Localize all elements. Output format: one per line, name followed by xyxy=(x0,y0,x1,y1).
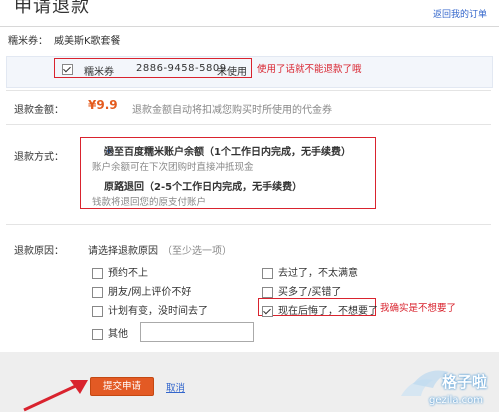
voucher-annotation: 使用了话就不能退款了哦 xyxy=(257,64,362,75)
voucher-status: 未使用 xyxy=(217,67,247,78)
refund-reason-label: 退款原因： xyxy=(14,246,64,257)
watermark-url: gezila.com xyxy=(429,395,483,406)
refund-reason-prompt-text: 请选择退款原因 xyxy=(88,246,158,257)
red-arrow-icon xyxy=(23,380,88,412)
reason-checkbox[interactable] xyxy=(92,286,103,298)
voucher-checkbox[interactable] xyxy=(62,64,73,75)
refund-method-option-original[interactable]: 原路退回（2-5个工作日内完成，无手续费） xyxy=(104,178,302,193)
voucher-name: 威美斯K歌套餐 xyxy=(54,36,121,47)
refund-amount-hint: 退款金额自动将扣减您购买时所使用的代金券 xyxy=(132,105,332,116)
refund-reason-hint: （至少选一项） xyxy=(162,246,232,257)
reason-option[interactable]: 预约不上 xyxy=(92,264,148,279)
divider xyxy=(6,124,491,125)
cancel-link[interactable]: 取消 xyxy=(166,380,185,394)
reason-option-label: 现在后悔了，不想要了 xyxy=(278,306,378,317)
reason-checkbox-checked[interactable] xyxy=(262,305,273,317)
reason-option-selected[interactable]: 现在后悔了，不想要了 xyxy=(262,302,378,317)
divider xyxy=(6,90,491,91)
reason-option[interactable]: 去过了，不太满意 xyxy=(262,264,358,279)
refund-amount-value: ¥9.9 xyxy=(88,98,118,112)
back-to-orders-link[interactable]: 返回我的订单 xyxy=(433,7,487,20)
reason-option-label: 去过了，不太满意 xyxy=(278,268,358,279)
watermark-title: 格子啦 xyxy=(441,373,487,391)
refund-amount-label: 退款金额： xyxy=(14,105,64,116)
reason-option[interactable]: 朋友/网上评价不好 xyxy=(92,283,191,298)
voucher-row-label: 糯米券 xyxy=(84,67,114,78)
reason-option-other[interactable]: 其他 xyxy=(92,325,128,340)
page-title: 申请退款 xyxy=(14,0,90,17)
voucher-code: 2886-9458-5809 xyxy=(136,63,227,74)
refund-method-option-balance-desc: 账户余额可在下次团购时直接冲抵现金 xyxy=(92,162,254,173)
refund-method-option-original-desc: 钱款将退回您的原支付账户 xyxy=(92,197,207,208)
reason-checkbox[interactable] xyxy=(92,305,103,317)
reason-other-input[interactable] xyxy=(140,322,254,342)
title-divider xyxy=(0,26,499,27)
reason-option-label: 其他 xyxy=(108,329,128,340)
reason-option[interactable]: 买多了/买错了 xyxy=(262,283,341,298)
divider xyxy=(6,224,491,225)
reason-checkbox[interactable] xyxy=(92,267,103,279)
voucher-label: 糯米券： xyxy=(8,36,48,47)
refund-method-label: 退款方式： xyxy=(14,152,64,163)
reason-option-label: 买多了/买错了 xyxy=(278,287,342,298)
reason-annotation: 我确实是不想要了 xyxy=(380,303,457,314)
reason-option-label: 预约不上 xyxy=(108,268,148,279)
refund-reason-prompt: 请选择退款原因 （至少选一项） xyxy=(88,242,232,257)
reason-checkbox[interactable] xyxy=(92,328,103,340)
reason-checkbox[interactable] xyxy=(262,267,273,279)
reason-option[interactable]: 计划有变，没时间去了 xyxy=(92,302,208,317)
reason-option-label: 计划有变，没时间去了 xyxy=(108,306,208,317)
refund-method-option-balance[interactable]: 退至百度糯米账户余额（1个工作日内完成，无手续费） xyxy=(104,143,351,158)
reason-option-label: 朋友/网上评价不好 xyxy=(108,287,192,298)
submit-request-button[interactable]: 提交申请 xyxy=(90,377,154,396)
voucher-info: 糯米券： 威美斯K歌套餐 xyxy=(8,32,121,47)
reason-checkbox[interactable] xyxy=(262,286,273,298)
